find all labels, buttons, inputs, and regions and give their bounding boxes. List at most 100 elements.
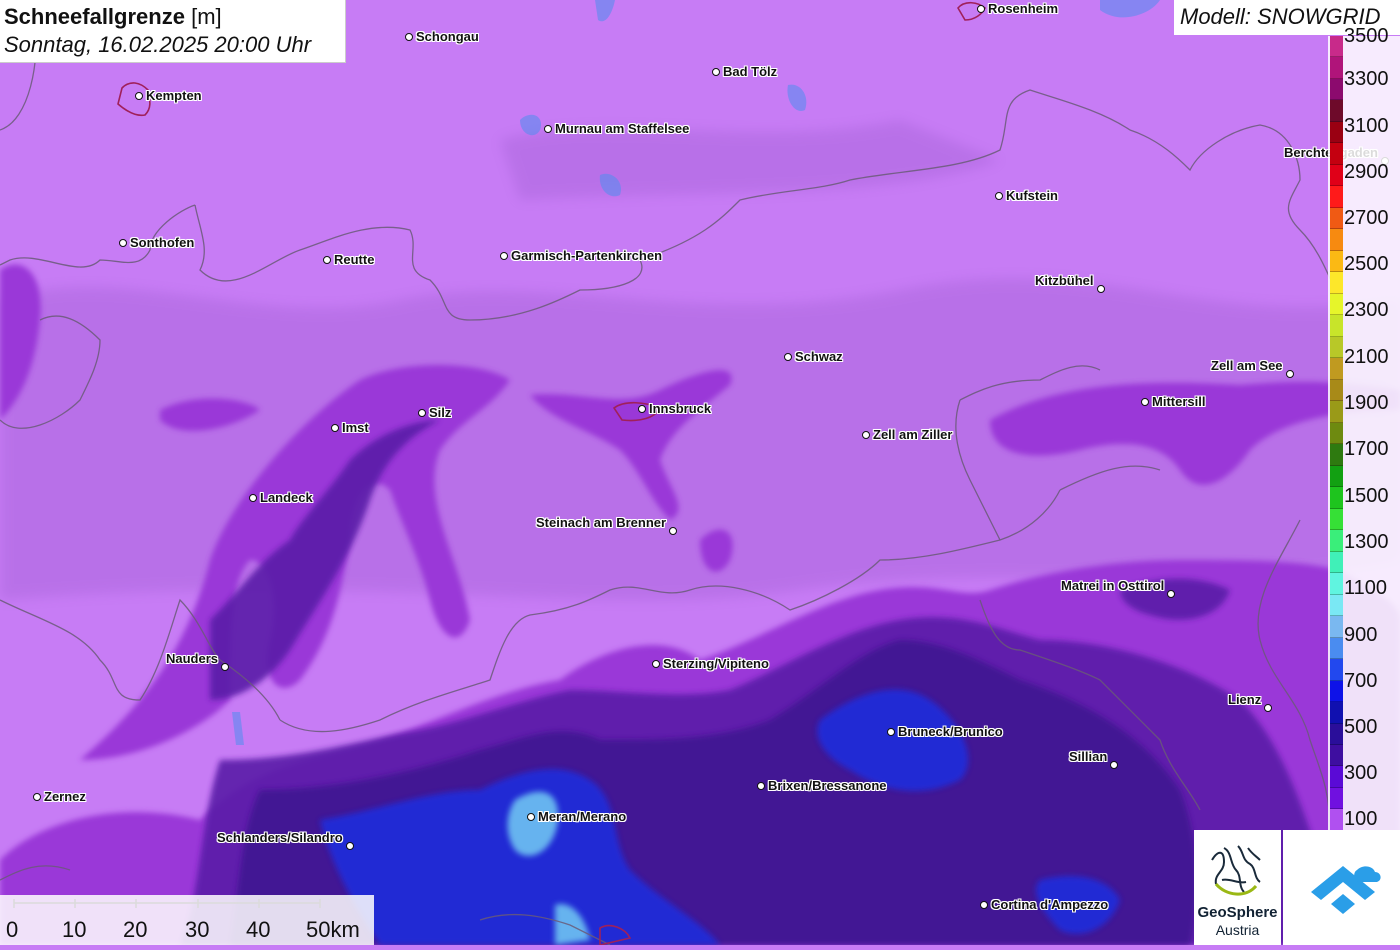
scale-bar: 0 10 20 30 40 50km: [0, 895, 374, 945]
city-marker-icon: [1110, 761, 1118, 769]
city-marker-icon: [249, 494, 257, 502]
geosphere-logo-icon: [1211, 845, 1261, 896]
city-label: Sonthofen: [130, 235, 195, 250]
city-label: Landeck: [260, 490, 313, 505]
city-label: Mittersill: [1152, 394, 1206, 409]
city-label: Cortina d'Ampezzo: [991, 897, 1109, 912]
legend-label: 100: [1344, 808, 1378, 830]
city-marker-icon: [418, 409, 426, 417]
legend-color-swatch: [1330, 143, 1343, 165]
legend-color-swatch: [1330, 121, 1343, 144]
city-label: Schwaz: [795, 349, 843, 364]
legend-label: 1500: [1344, 485, 1389, 507]
snowgrid-logo[interactable]: [1283, 830, 1400, 945]
legend-color-swatch: [1330, 379, 1343, 402]
legend-color-swatch: [1330, 444, 1343, 466]
legend-color-swatch: [1330, 637, 1343, 660]
city-marker-icon: [544, 125, 552, 133]
legend-color-swatch: [1330, 659, 1343, 681]
snowgrid-logo-icon: [1311, 866, 1381, 914]
city-marker-icon: [500, 252, 508, 260]
city-marker-icon: [980, 901, 988, 909]
city-label: Schlanders/Silandro: [217, 830, 343, 845]
scale-label: 0: [6, 917, 19, 942]
map-unit: [m]: [191, 4, 222, 29]
legend-color-swatch: [1330, 78, 1343, 101]
legend-label: 2500: [1344, 253, 1389, 275]
legend-color-swatch: [1330, 530, 1343, 552]
legend-color-swatch: [1330, 186, 1343, 208]
legend-label: 900: [1344, 624, 1378, 646]
city-marker-icon: [33, 793, 41, 801]
logo-line2: Austria: [1215, 922, 1260, 938]
legend-label: 1900: [1344, 392, 1389, 414]
city-label: Kufstein: [1006, 188, 1058, 203]
legend-label: 1300: [1344, 531, 1389, 553]
geosphere-logo[interactable]: GeoSphere Austria: [1194, 830, 1281, 945]
city-label: Silz: [429, 405, 452, 420]
city-label: Meran/Merano: [538, 809, 627, 824]
city-label: Murnau am Staffelsee: [555, 121, 690, 136]
city-label: Matrei in Osttirol: [1061, 578, 1165, 593]
legend-color-swatch: [1330, 250, 1343, 273]
city-marker-icon: [527, 813, 535, 821]
city-label: Zernez: [44, 789, 86, 804]
legend-color-bar: [1330, 36, 1343, 831]
legend-color-swatch: [1330, 207, 1343, 230]
legend-color-swatch: [1330, 164, 1343, 187]
map-datetime: Sonntag, 16.02.2025 20:00 Uhr: [4, 32, 312, 57]
legend-label: 300: [1344, 762, 1378, 784]
legend-label: 2300: [1344, 299, 1389, 321]
city-label: Reutte: [334, 252, 375, 267]
city-label: Sterzing/Vipiteno: [663, 656, 769, 671]
color-legend: 3500 3300 3100 2900 2700 2500 2300 2100 1900 1700…: [1328, 26, 1400, 831]
city-marker-icon: [712, 68, 720, 76]
legend-label: 2100: [1344, 346, 1389, 368]
legend-color-swatch: [1330, 336, 1343, 359]
scale-label: 30: [185, 917, 210, 942]
legend-color-swatch: [1330, 594, 1343, 617]
legend-color-swatch: [1330, 573, 1343, 595]
legend-color-swatch: [1330, 401, 1343, 423]
city-label: Innsbruck: [649, 401, 712, 416]
city-marker-icon: [757, 782, 765, 790]
snowfall-limit-map[interactable]: [0, 0, 1400, 945]
map-title: Schneefallgrenze: [4, 4, 185, 29]
title-panel: Schneefallgrenze [m] Sonntag, 16.02.2025…: [0, 0, 346, 63]
city-label: Kitzbühel: [1035, 273, 1094, 288]
city-label: Zell am See: [1211, 358, 1283, 373]
city-marker-icon: [1141, 398, 1149, 406]
city-label: Steinach am Brenner: [536, 515, 667, 530]
city-marker-icon: [887, 728, 895, 736]
city-label: Lienz: [1228, 692, 1262, 707]
legend-color-swatch: [1330, 809, 1343, 831]
legend-label: 1100: [1344, 577, 1388, 599]
legend-color-swatch: [1330, 616, 1343, 638]
scale-label: 40: [246, 917, 271, 942]
city-label: Rosenheim: [988, 1, 1059, 16]
scale-label: 50km: [306, 917, 360, 942]
legend-color-swatch: [1330, 100, 1343, 122]
legend-label: 500: [1344, 716, 1378, 738]
legend-color-swatch: [1330, 293, 1343, 316]
city-label: Imst: [342, 420, 369, 435]
legend-label: 2700: [1344, 207, 1389, 229]
legend-color-swatch: [1330, 680, 1343, 703]
city-label: Garmisch-Partenkirchen: [511, 248, 663, 263]
city-marker-icon: [119, 239, 127, 247]
city-label: Bad Tölz: [723, 64, 778, 79]
city-marker-icon: [221, 663, 229, 671]
legend-color-swatch: [1330, 787, 1343, 810]
city-marker-icon: [405, 33, 413, 41]
legend-label: 1700: [1344, 438, 1389, 460]
legend-color-swatch: [1330, 57, 1343, 79]
city-marker-icon: [331, 424, 339, 432]
city-marker-icon: [1286, 370, 1294, 378]
legend-color-swatch: [1330, 723, 1343, 745]
city-label: Brixen/Bressanone: [768, 778, 887, 793]
legend-color-swatch: [1330, 508, 1343, 531]
city-label: Sillian: [1069, 749, 1108, 764]
scale-label: 20: [123, 917, 148, 942]
city-marker-icon: [995, 192, 1003, 200]
city-marker-icon: [323, 256, 331, 264]
